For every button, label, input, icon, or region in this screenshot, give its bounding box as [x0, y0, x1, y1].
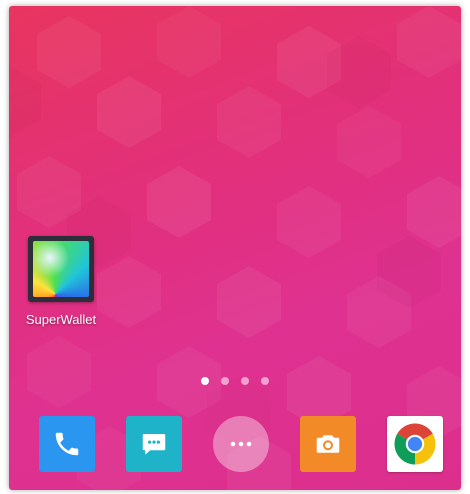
camera-app-tile	[300, 416, 356, 472]
dock	[9, 414, 461, 476]
app-label: SuperWallet	[25, 312, 97, 327]
page-dot-3[interactable]	[241, 377, 249, 385]
chrome-icon	[394, 423, 436, 465]
camera-icon	[316, 435, 340, 453]
dock-chrome-button[interactable]	[387, 416, 443, 472]
phone-icon	[55, 432, 79, 456]
chrome-app-tile	[387, 416, 443, 472]
dock-messages-button[interactable]	[126, 416, 182, 472]
chat-bubble-icon	[142, 434, 166, 455]
superwallet-icon	[28, 236, 94, 302]
phone-app-tile	[39, 416, 95, 472]
page-indicator	[9, 377, 461, 385]
page-dot-4[interactable]	[261, 377, 269, 385]
dock-phone-button[interactable]	[39, 416, 95, 472]
dock-camera-button[interactable]	[300, 416, 356, 472]
page-dot-1[interactable]	[201, 377, 209, 385]
rainbow-swirl-icon	[33, 241, 89, 297]
home-screen: SuperWallet	[9, 6, 461, 490]
page-dot-2[interactable]	[221, 377, 229, 385]
app-drawer-icon	[213, 416, 269, 472]
dots-icon	[230, 441, 252, 447]
app-shortcut-superwallet[interactable]: SuperWallet	[25, 236, 97, 327]
app-drawer-button[interactable]	[213, 416, 269, 472]
messages-app-tile	[126, 416, 182, 472]
